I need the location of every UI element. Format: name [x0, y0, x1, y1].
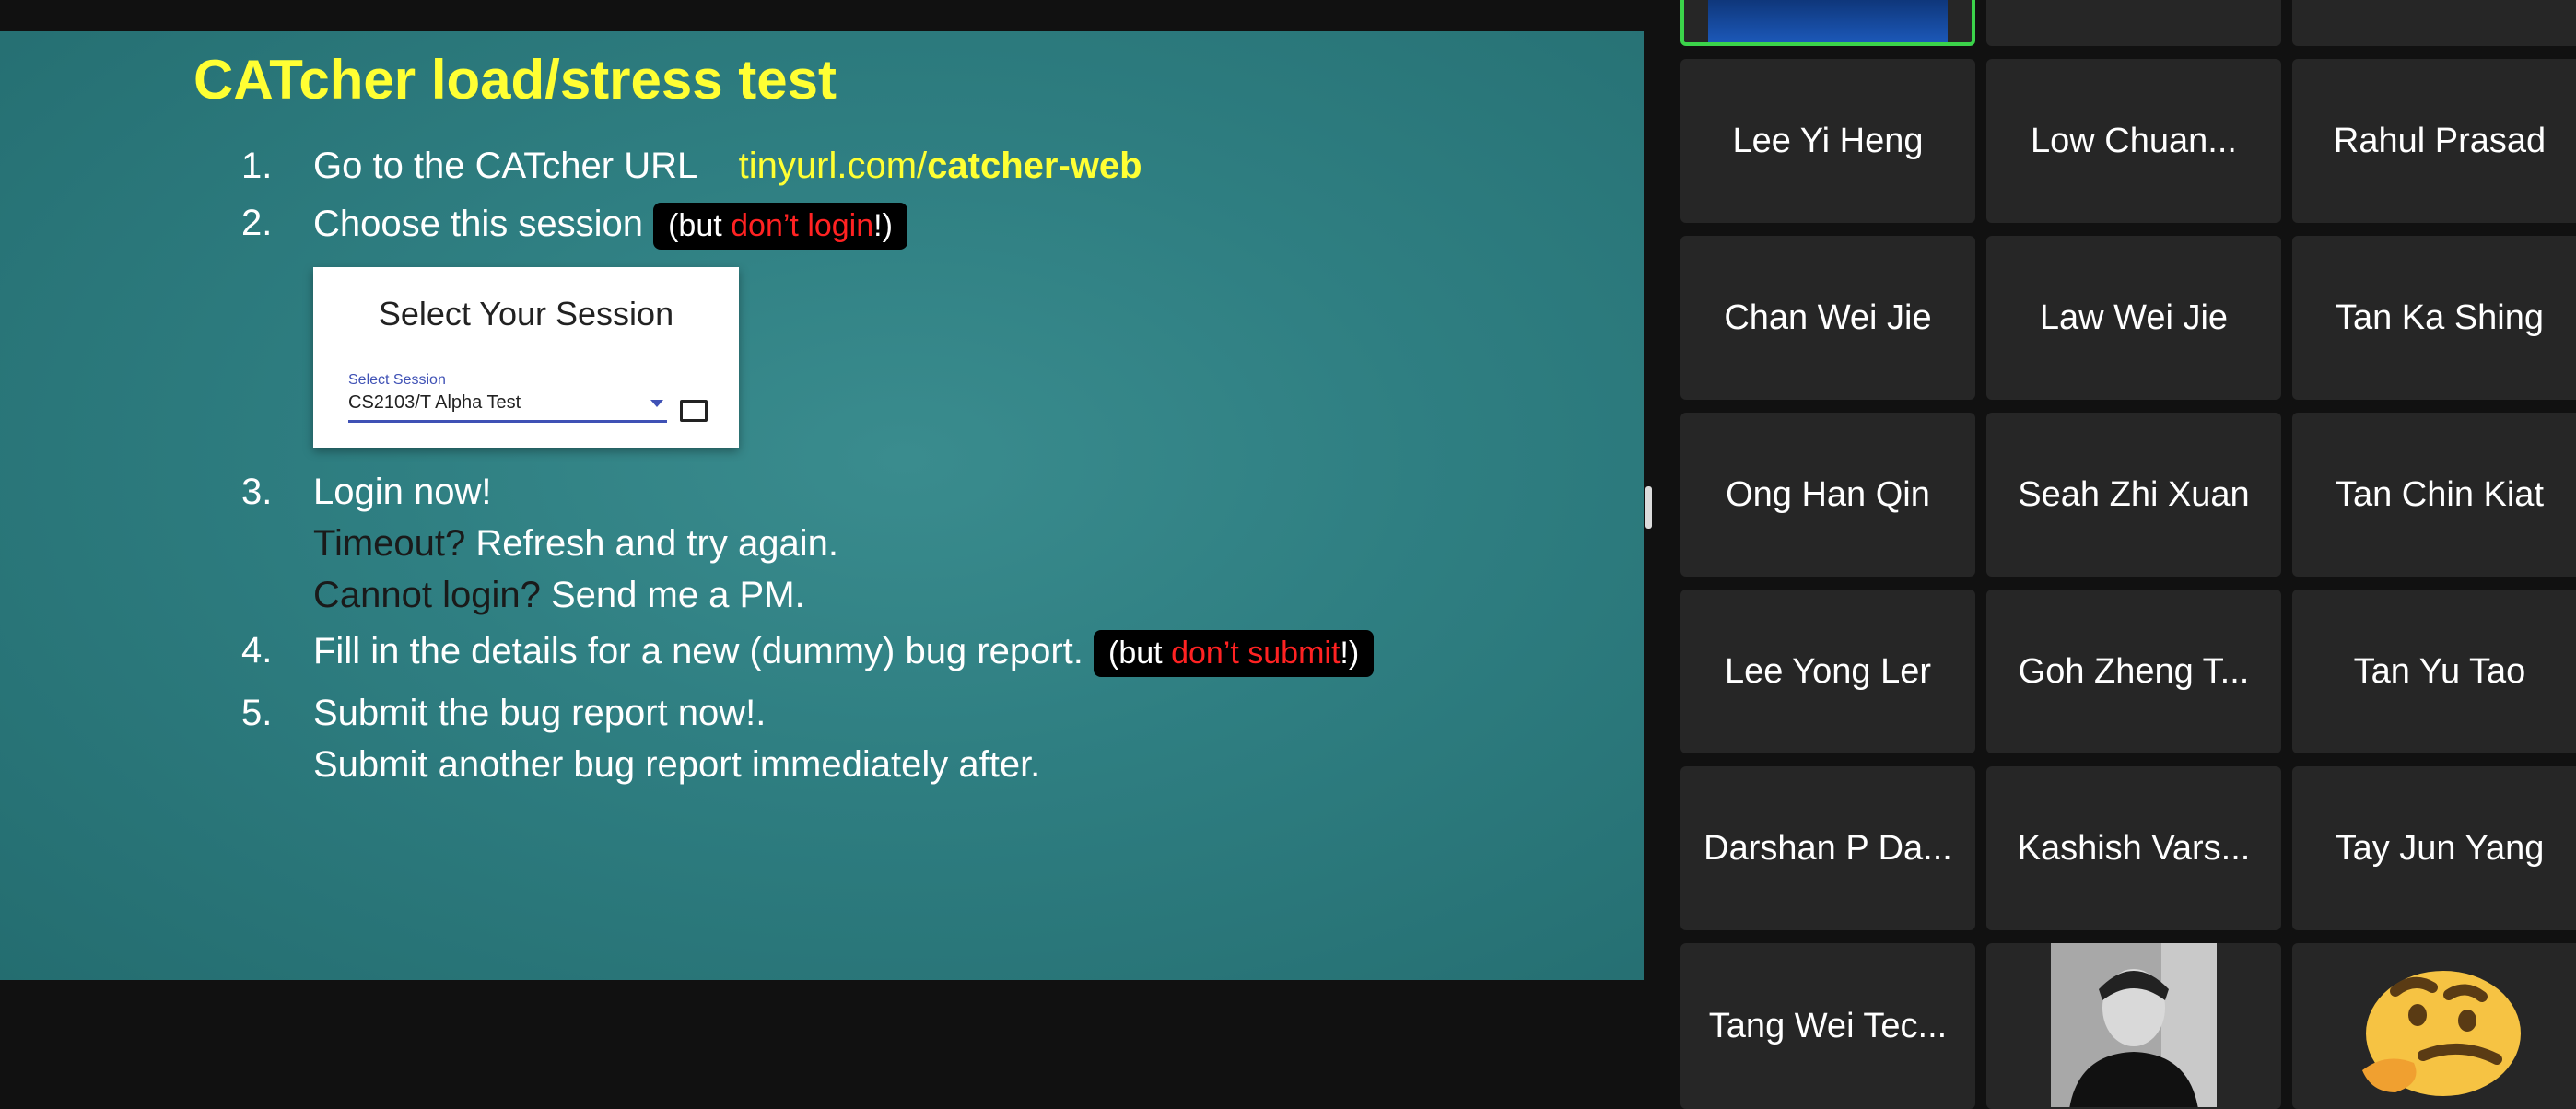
participant-tile[interactable]: Darshan P Da... [1680, 766, 1975, 930]
participant-tile[interactable] [1986, 0, 2281, 46]
participant-name: Tay Jun Yang [2335, 828, 2545, 868]
session-select-label: Select Session [348, 372, 446, 388]
participant-tile[interactable]: Seah Zhi Xuan [1986, 413, 2281, 577]
participant-name: Low Chuan... [2031, 121, 2237, 160]
item-number: 2. [241, 203, 273, 243]
participant-tile[interactable]: Goh Zheng T... [1986, 590, 2281, 753]
participant-tile[interactable]: Low Chuan... [1986, 59, 2281, 223]
session-select-value: CS2103/T Alpha Test [348, 392, 521, 413]
participant-tile[interactable]: Rahul Prasad [2292, 59, 2576, 223]
participant-tile[interactable]: Tan Chin Kiat [2292, 413, 2576, 577]
item-line: Submit another bug report immediately af… [313, 744, 1041, 785]
participant-tile[interactable]: Chan Wei Jie [1680, 236, 1975, 400]
folder-icon[interactable] [680, 400, 708, 422]
participant-tile[interactable]: Ong Han Qin [1680, 413, 1975, 577]
chevron-down-icon [650, 400, 663, 407]
participant-tile[interactable]: Tan Ka Shing [2292, 236, 2576, 400]
participant-tile-active-speaker[interactable] [1680, 0, 1975, 46]
card-title: Select Your Session [378, 295, 674, 333]
participant-name: Law Wei Jie [2039, 298, 2229, 337]
participant-tile[interactable]: Kashish Vars... [1986, 766, 2281, 930]
participant-name: Tan Chin Kiat [2335, 474, 2544, 514]
resize-handle[interactable] [1645, 486, 1652, 529]
participant-tile-photo[interactable] [1986, 943, 2281, 1109]
participant-name: Darshan P Da... [1704, 828, 1952, 868]
warning-badge: (but don’t login!) [653, 203, 907, 250]
participant-name: Tang Wei Tec... [1708, 1006, 1948, 1045]
item-number: 5. [241, 693, 273, 733]
slide-title: CATcher load/stress test [193, 49, 837, 111]
participant-tile-avatar[interactable] [2292, 943, 2576, 1109]
session-select-card: Select Your Session Select Session CS210… [313, 267, 739, 448]
participant-name: Tan Ka Shing [2335, 298, 2545, 337]
participant-name: Chan Wei Jie [1724, 298, 1932, 337]
participant-tile[interactable]: Tay Jun Yang [2292, 766, 2576, 930]
participant-name: Ong Han Qin [1726, 474, 1930, 514]
participant-tile[interactable]: Lee Yong Ler [1680, 590, 1975, 753]
participant-name: Goh Zheng T... [2018, 651, 2250, 691]
item-text: Fill in the details for a new (dummy) bu… [313, 631, 1083, 672]
participant-name: Tan Yu Tao [2353, 651, 2526, 691]
catcher-link[interactable]: tinyurl.com/catcher-web [739, 146, 1142, 186]
participant-tile[interactable]: Law Wei Jie [1986, 236, 2281, 400]
participant-name: Seah Zhi Xuan [2018, 474, 2250, 514]
warning-badge: (but don’t submit!) [1094, 630, 1375, 677]
participant-tile[interactable]: Tan Yu Tao [2292, 590, 2576, 753]
item-text: Choose this session [313, 204, 643, 245]
shared-slide: CATcher load/stress test 1. Go to the CA… [0, 31, 1644, 980]
participant-tile[interactable] [2292, 0, 2576, 46]
item-number: 1. [241, 146, 273, 186]
participant-tile[interactable]: Lee Yi Heng [1680, 59, 1975, 223]
item-text: Go to the CATcher URL [313, 146, 698, 186]
participant-name: Lee Yong Ler [1724, 651, 1931, 691]
participant-name: Rahul Prasad [2333, 121, 2547, 160]
item-number: 3. [241, 472, 273, 512]
item-line: Submit the bug report now!. [313, 693, 767, 733]
participant-video [1708, 0, 1948, 42]
session-select-dropdown[interactable]: CS2103/T Alpha Test [348, 392, 667, 423]
split-divider [1644, 0, 1680, 1109]
participant-name: Lee Yi Heng [1732, 121, 1924, 160]
participant-tile[interactable]: Tang Wei Tec... [1680, 943, 1975, 1109]
thinking-emoji-icon [2359, 963, 2521, 1098]
item-line: Login now! [313, 472, 492, 512]
participant-photo [2051, 943, 2217, 1107]
participant-name: Kashish Vars... [2017, 828, 2251, 868]
item-number: 4. [241, 630, 273, 671]
